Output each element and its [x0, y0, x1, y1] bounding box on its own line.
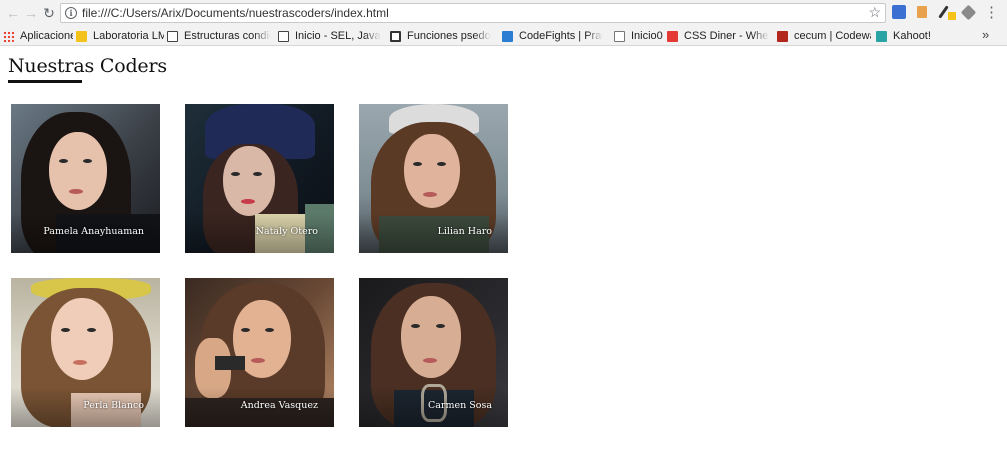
pen-extension-icon[interactable] — [917, 6, 927, 18]
bookmark-codefights[interactable]: CodeFights | Practice — [502, 28, 603, 44]
bookmark-codewars[interactable]: cecum | Codewars — [777, 28, 871, 44]
bookmarks-bar: Aplicaciones Laboratoria LMS Estructuras… — [0, 26, 1007, 46]
bookmark-aplicaciones[interactable]: Aplicaciones — [3, 28, 73, 44]
coder-card: Carmen Sosa — [359, 278, 508, 427]
red-dot-icon — [667, 30, 678, 42]
coder-card: Pamela Anayhuaman — [11, 104, 160, 253]
info-icon[interactable]: i — [65, 7, 77, 19]
coder-name: Nataly Otero — [255, 226, 318, 237]
bookmark-funciones[interactable]: Funciones psedocód — [390, 28, 491, 44]
coder-name: Andrea Vasquez — [240, 400, 318, 411]
laboratoria-icon — [76, 30, 87, 42]
url-text[interactable]: file:///C:/Users/Arix/Documents/nuestras… — [82, 6, 389, 20]
page-title: Nuestras Coders — [8, 55, 167, 77]
coder-name: Lilian Haro — [437, 226, 492, 237]
bookmark-inicio0[interactable]: Inicio0 — [614, 28, 664, 44]
browser-menu-icon[interactable]: ⋮ — [984, 3, 999, 23]
codefights-icon — [502, 30, 513, 42]
page-icon — [614, 30, 625, 42]
forward-arrow-icon[interactable]: → — [22, 4, 40, 22]
translate-extension-icon[interactable] — [892, 5, 906, 19]
book-icon — [278, 30, 289, 42]
book-icon — [167, 30, 178, 42]
bookmark-laboratoria[interactable]: Laboratoria LMS — [76, 28, 164, 44]
bookmark-star-icon[interactable]: ☆ — [868, 4, 881, 21]
coder-name: Pamela Anayhuaman — [43, 226, 144, 237]
coder-name: Carmen Sosa — [427, 400, 492, 411]
browser-toolbar: ← → ↻ i file:///C:/Users/Arix/Documents/… — [0, 0, 1007, 26]
codewars-icon — [777, 30, 788, 42]
coder-card: Nataly Otero — [185, 104, 334, 253]
bookmark-kahoot[interactable]: Kahoot! — [876, 28, 932, 44]
coder-card: Andrea Vasquez — [185, 278, 334, 427]
title-underline — [8, 80, 82, 83]
bookmark-estructuras[interactable]: Estructuras condicion — [167, 28, 271, 44]
address-bar[interactable]: i file:///C:/Users/Arix/Documents/nuestr… — [60, 3, 886, 23]
kahoot-icon — [876, 30, 887, 42]
bookmark-inicio-sel[interactable]: Inicio - SEL, JavaScrip — [278, 28, 381, 44]
apps-grid-icon — [3, 30, 14, 42]
more-bookmarks-chevron-icon[interactable]: » — [982, 27, 989, 42]
puzzle-extension-icon[interactable] — [960, 4, 977, 21]
reload-icon[interactable]: ↻ — [40, 4, 58, 22]
back-arrow-icon[interactable]: ← — [4, 4, 22, 22]
coder-card: Lilian Haro — [359, 104, 508, 253]
circle-logo-icon — [390, 30, 401, 42]
color-swatch-icon — [948, 12, 956, 20]
coder-card: Perla Blanco — [11, 278, 160, 427]
bookmark-css-diner[interactable]: CSS Diner - Where w — [667, 28, 769, 44]
coder-name: Perla Blanco — [83, 400, 144, 411]
